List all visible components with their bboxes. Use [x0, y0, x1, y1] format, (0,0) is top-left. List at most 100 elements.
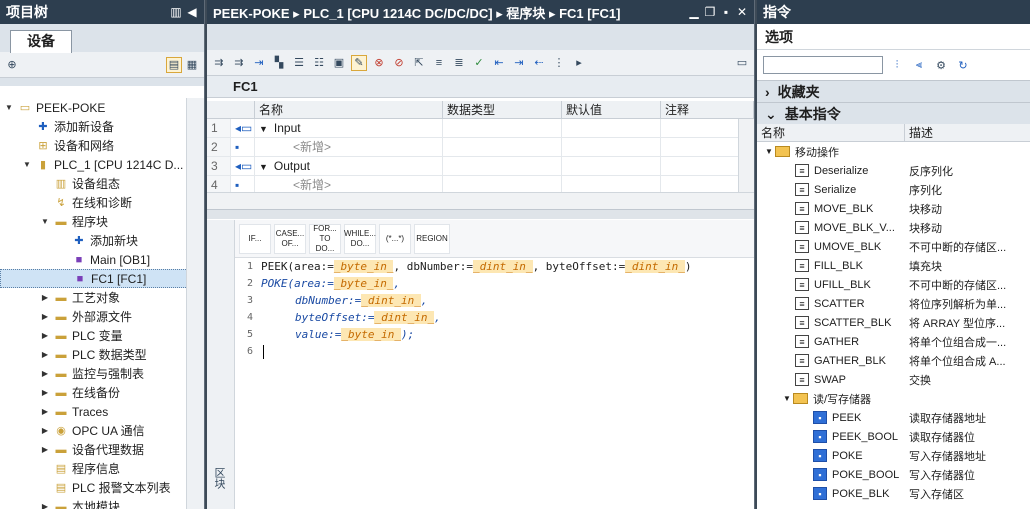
collapse-panel-icon[interactable]: ◀: [186, 5, 198, 19]
instruction-item[interactable]: ≡ Deserialize 反序列化: [757, 161, 1030, 180]
instruction-item[interactable]: ≡ GATHER 将单个位组合成一...: [757, 332, 1030, 351]
comment-icon[interactable]: ≡: [431, 55, 447, 71]
restore-icon[interactable]: ❐: [704, 5, 716, 19]
datatype-cell[interactable]: [443, 119, 562, 137]
close-icon[interactable]: ✕: [736, 5, 748, 19]
instruction-search-input[interactable]: [763, 56, 883, 74]
tree-item[interactable]: ▶ ▬ 本地模块: [0, 497, 204, 509]
settings-icon[interactable]: ⚙: [933, 57, 949, 73]
split-view-icon[interactable]: ▭: [734, 55, 750, 71]
interface-hscroll[interactable]: [207, 192, 754, 209]
filter-icon[interactable]: ⫶: [889, 57, 905, 73]
tree-item[interactable]: ▶ ▬ 监控与强制表: [0, 364, 204, 383]
interface-vscroll[interactable]: [738, 119, 754, 192]
snippet-icon[interactable]: ✎: [351, 54, 367, 71]
clear-breakpoint-icon[interactable]: ⊘: [391, 55, 407, 71]
overview-icon[interactable]: ▦: [184, 57, 200, 73]
instruction-folder[interactable]: ▼ 移动操作: [757, 142, 1030, 161]
filter-alt-icon[interactable]: ⫷: [911, 57, 927, 73]
more-icon[interactable]: ⋮: [551, 55, 567, 71]
tree-item[interactable]: ▶ ▬ PLC 数据类型: [0, 345, 204, 364]
expand-toggle-icon[interactable]: ▶: [40, 407, 50, 416]
expand-toggle-icon[interactable]: ▼: [259, 124, 268, 134]
expand-toggle-icon[interactable]: ▶: [40, 426, 50, 435]
instruction-item[interactable]: ▪ POKE 写入存储器地址: [757, 446, 1030, 465]
expand-toggle-icon[interactable]: ▼: [259, 162, 268, 172]
scl-snippet-button[interactable]: WHILE... DO...: [344, 224, 376, 254]
add-item-icon[interactable]: ⊕: [4, 57, 20, 73]
tree-item[interactable]: ▶ ▬ 外部源文件: [0, 307, 204, 326]
list-view-icon[interactable]: ▤: [166, 56, 182, 73]
expand-toggle-icon[interactable]: ▶: [40, 312, 50, 321]
tab-devices[interactable]: 设备: [10, 30, 72, 53]
tree-item[interactable]: ▶ ▬ Traces: [0, 402, 204, 421]
tree-item[interactable]: ▶ ▬ PLC 变量: [0, 326, 204, 345]
align-left-icon[interactable]: ☰: [291, 55, 307, 71]
tree-item[interactable]: ✚ 添加新块: [0, 231, 204, 250]
scl-code-editor[interactable]: 1 PEEK (area:= _byte_in_, dbNumber:= _dint_…: [235, 258, 754, 509]
instruction-item[interactable]: ▪ PEEK_BOOL 读取存储器位: [757, 427, 1030, 446]
add-param-placeholder[interactable]: <新增>: [293, 178, 331, 192]
tree-item[interactable]: ▼ ▬ 程序块: [0, 212, 204, 231]
expand-toggle-icon[interactable]: ▶: [40, 350, 50, 359]
scl-snippet-button[interactable]: REGION: [414, 224, 450, 254]
tree-item[interactable]: ✚ 添加新设备: [0, 117, 204, 136]
default-cell[interactable]: [562, 138, 661, 156]
uncomment-icon[interactable]: ≣: [451, 55, 467, 71]
expand-toggle-icon[interactable]: ▶: [40, 369, 50, 378]
datatype-cell[interactable]: [443, 138, 562, 156]
expand-toggle-icon[interactable]: ▼: [22, 160, 32, 169]
tree-item[interactable]: ▤ 程序信息: [0, 459, 204, 478]
expand-toggle-icon[interactable]: ▶: [40, 445, 50, 454]
interface-row[interactable]: 1 ◂▭ ▼ Input: [207, 119, 754, 138]
add-param-placeholder[interactable]: <新增>: [293, 140, 331, 154]
properties-icon[interactable]: ▣: [331, 55, 347, 71]
monitor-icon[interactable]: ▚: [271, 55, 287, 71]
tree-item[interactable]: ■ Main [OB1]: [0, 250, 204, 269]
expand-toggle-icon[interactable]: ▼: [781, 394, 793, 403]
instruction-item[interactable]: ≡ SCATTER 将位序列解析为单...: [757, 294, 1030, 313]
instruction-item[interactable]: ≡ GATHER_BLK 将单个位组合成 A...: [757, 351, 1030, 370]
insert-network-icon[interactable]: ⇉: [211, 55, 227, 71]
expand-toggle-icon[interactable]: ▶: [40, 293, 50, 302]
breakpoint-icon[interactable]: ⊗: [371, 55, 387, 71]
tree-item[interactable]: ▼ ▭ PEEK-POKE: [0, 98, 204, 117]
panel-layout-icon[interactable]: ▥: [170, 5, 182, 19]
instruction-folder[interactable]: ▼ 读/写存储器: [757, 389, 1030, 408]
instruction-item[interactable]: ≡ SWAP 交换: [757, 370, 1030, 389]
compile-icon[interactable]: ✓: [471, 55, 487, 71]
tree-item[interactable]: ▤ PLC 报警文本列表: [0, 478, 204, 497]
prev-icon[interactable]: ⇤: [491, 55, 507, 71]
tree-item[interactable]: ▶ ◉ OPC UA 通信: [0, 421, 204, 440]
default-cell[interactable]: [562, 119, 661, 137]
region-strip[interactable]: 区块: [207, 220, 235, 509]
expand-toggle-icon[interactable]: ▼: [763, 147, 775, 156]
datatype-cell[interactable]: [443, 157, 562, 175]
scl-snippet-button[interactable]: (*...*): [379, 224, 411, 254]
expand-toggle-icon[interactable]: ▼: [40, 217, 50, 226]
expand-toggle-icon[interactable]: ▶: [40, 331, 50, 340]
default-cell[interactable]: [562, 157, 661, 175]
editor-splitter[interactable]: [207, 209, 754, 219]
tree-item[interactable]: ▶ ▬ 在线备份: [0, 383, 204, 402]
download-icon[interactable]: ⇥: [251, 55, 267, 71]
tree-item[interactable]: ■ FC1 [FC1]: [0, 269, 204, 288]
expand-toggle-icon[interactable]: ▶: [40, 388, 50, 397]
tree-item[interactable]: ▶ ▬ 设备代理数据: [0, 440, 204, 459]
indent-icon[interactable]: ☷: [311, 55, 327, 71]
refresh-icon[interactable]: ↻: [955, 57, 971, 73]
expand-toggle-icon[interactable]: ▼: [4, 103, 14, 112]
tree-item[interactable]: ▥ 设备组态: [0, 174, 204, 193]
interface-row[interactable]: 3 ◂▭ ▼ Output: [207, 157, 754, 176]
maximize-icon[interactable]: ▪: [720, 5, 732, 19]
instruction-item[interactable]: ≡ UFILL_BLK 不可中断的存储区...: [757, 275, 1030, 294]
instruction-item[interactable]: ≡ FILL_BLK 填充块: [757, 256, 1030, 275]
basic-instructions-section[interactable]: ⌄ 基本指令: [757, 102, 1030, 124]
delete-network-icon[interactable]: ⇉: [231, 55, 247, 71]
interface-row[interactable]: 2 ▪ <新增>: [207, 138, 754, 157]
goto-icon[interactable]: ⇱: [411, 55, 427, 71]
scl-snippet-button[interactable]: IF...: [239, 224, 271, 254]
instruction-item[interactable]: ≡ SCATTER_BLK 将 ARRAY 型位序...: [757, 313, 1030, 332]
outdent-icon[interactable]: ⇠: [531, 55, 547, 71]
overflow-icon[interactable]: ▸: [571, 55, 587, 71]
